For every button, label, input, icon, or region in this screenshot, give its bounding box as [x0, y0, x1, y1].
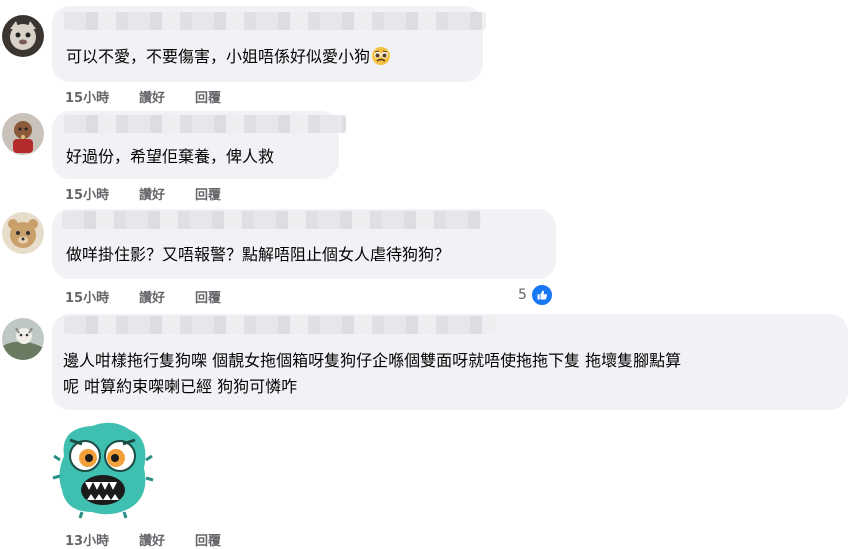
commenter-avatar[interactable] — [2, 15, 44, 57]
comment-text: 邊人咁樣拖行隻狗㗎 個靚女拖個箱呀隻狗仔企喺個雙面呀就唔使拖拖下隻 拖壞隻腳點算… — [63, 351, 682, 396]
comment-timestamp[interactable]: 15小時 — [65, 87, 139, 106]
commenter-avatar[interactable] — [2, 113, 44, 155]
comment-meta: 15小時 讚好 回覆 — [65, 184, 221, 203]
like-button[interactable]: 讚好 — [139, 530, 195, 549]
comment-meta: 15小時 讚好 回覆 — [65, 287, 221, 306]
comment-text: 做咩掛住影？又唔報警？點解唔阻止個女人虐待狗狗？ — [66, 245, 451, 264]
comment-meta: 13小時 讚好 回覆 — [65, 530, 221, 549]
comment-bubble: 可以不愛，不要傷害，小姐唔係好似愛小狗 — [52, 6, 486, 82]
crying-face-emoji — [371, 46, 391, 66]
reply-button[interactable]: 回覆 — [195, 287, 221, 306]
commenter-name-blurred[interactable] — [62, 211, 482, 229]
comment-text: 可以不愛，不要傷害，小姐唔係好似愛小狗 — [66, 44, 391, 70]
commenter-name-blurred[interactable] — [64, 12, 486, 30]
scared-monster-sticker — [52, 416, 154, 520]
commenter-avatar[interactable] — [2, 212, 44, 254]
reply-button[interactable]: 回覆 — [195, 530, 221, 549]
comment-timestamp[interactable]: 13小時 — [65, 530, 139, 549]
comment-timestamp[interactable]: 15小時 — [65, 287, 139, 306]
reaction-summary[interactable]: 5 — [518, 283, 554, 307]
comment-bubble: 做咩掛住影？又唔報警？點解唔阻止個女人虐待狗狗？ — [52, 209, 556, 279]
like-button[interactable]: 讚好 — [139, 287, 195, 306]
like-button[interactable]: 讚好 — [139, 184, 195, 203]
reaction-count: 5 — [518, 287, 527, 303]
comment-bubble: 好過份，希望佢棄養，俾人救 — [52, 111, 346, 179]
commenter-avatar[interactable] — [2, 318, 44, 360]
reply-button[interactable]: 回覆 — [195, 87, 221, 106]
reply-button[interactable]: 回覆 — [195, 184, 221, 203]
comment-text: 好過份，希望佢棄養，俾人救 — [66, 147, 275, 166]
commenter-name-blurred[interactable] — [64, 316, 496, 334]
commenter-name-blurred[interactable] — [64, 115, 346, 133]
comment-meta: 15小時 讚好 回覆 — [65, 87, 221, 106]
thumbs-up-icon — [529, 283, 554, 307]
like-button[interactable]: 讚好 — [139, 87, 195, 106]
comment-bubble: 邊人咁樣拖行隻狗㗎 個靚女拖個箱呀隻狗仔企喺個雙面呀就唔使拖拖下隻 拖壞隻腳點算… — [52, 314, 848, 410]
comment-timestamp[interactable]: 15小時 — [65, 184, 139, 203]
